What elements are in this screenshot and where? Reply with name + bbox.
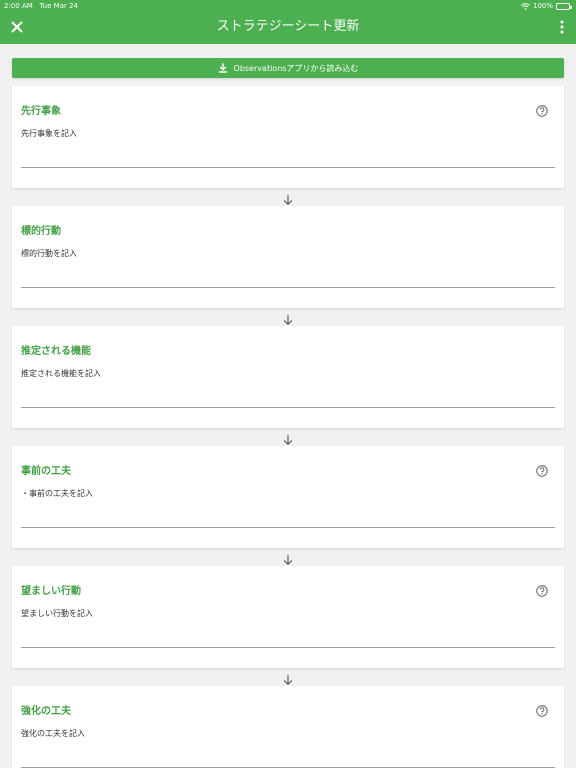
status-date-text: Tue Mar 24: [39, 2, 78, 10]
arrow-down-icon: [282, 431, 294, 445]
card-desired-behavior: 望ましい行動 望ましい行動を記入: [12, 566, 564, 668]
estimated-function-input[interactable]: 推定される機能を記入: [21, 368, 555, 408]
arrow-down-icon: [282, 191, 294, 205]
reinforcement-strategy-input[interactable]: 強化の工夫を記入: [21, 728, 555, 768]
battery-icon: [556, 2, 572, 10]
arrow-down-icon: [282, 311, 294, 325]
antecedent-input[interactable]: 先行事象を記入: [21, 128, 555, 168]
card-title: 標的行動: [21, 226, 61, 237]
arrow-down-icon: [282, 551, 294, 565]
card-target-behavior: 標的行動 標的行動を記入: [12, 206, 564, 308]
arrow-down-icon: [282, 671, 294, 685]
header: 2:00 AM Tue Mar 24 100% ストラテジーシート更新: [0, 0, 576, 44]
app-bar: ストラテジーシート更新: [0, 12, 576, 44]
import-from-observations-button[interactable]: Observationsアプリから読み込む: [12, 58, 564, 78]
card-title: 先行事象: [21, 106, 61, 117]
battery-percentage: 100%: [532, 2, 553, 10]
card-title: 強化の工夫: [21, 706, 71, 717]
status-indicators: 100%: [521, 0, 572, 12]
status-time-text: 2:00 AM: [4, 2, 33, 10]
prior-strategy-input[interactable]: ・事前の工夫を記入: [21, 488, 555, 528]
more-vertical-icon[interactable]: [556, 18, 568, 36]
card-title: 望ましい行動: [21, 586, 81, 597]
status-bar: 2:00 AM Tue Mar 24 100%: [0, 0, 576, 12]
wifi-icon: [521, 2, 530, 10]
card-antecedent: 先行事象 先行事象を記入: [12, 86, 564, 188]
help-icon[interactable]: [536, 462, 548, 477]
card-title: 推定される機能: [21, 346, 91, 357]
target-behavior-input[interactable]: 標的行動を記入: [21, 248, 555, 288]
help-icon[interactable]: [536, 102, 548, 117]
download-icon: [218, 63, 228, 73]
card-prior-strategy: 事前の工夫 ・事前の工夫を記入: [12, 446, 564, 548]
card-reinforcement-strategy: 強化の工夫 強化の工夫を記入: [12, 686, 564, 768]
status-time: 2:00 AM Tue Mar 24: [4, 0, 78, 12]
import-button-label: Observationsアプリから読み込む: [233, 63, 359, 73]
help-icon[interactable]: [536, 582, 548, 597]
desired-behavior-input[interactable]: 望ましい行動を記入: [21, 608, 555, 648]
card-title: 事前の工夫: [21, 466, 71, 477]
help-icon[interactable]: [536, 702, 548, 717]
page-title: ストラテジーシート更新: [216, 19, 360, 34]
app-root: 2:00 AM Tue Mar 24 100% ストラテジーシート更新 Obse…: [0, 0, 576, 768]
card-estimated-function: 推定される機能 推定される機能を記入: [12, 326, 564, 428]
